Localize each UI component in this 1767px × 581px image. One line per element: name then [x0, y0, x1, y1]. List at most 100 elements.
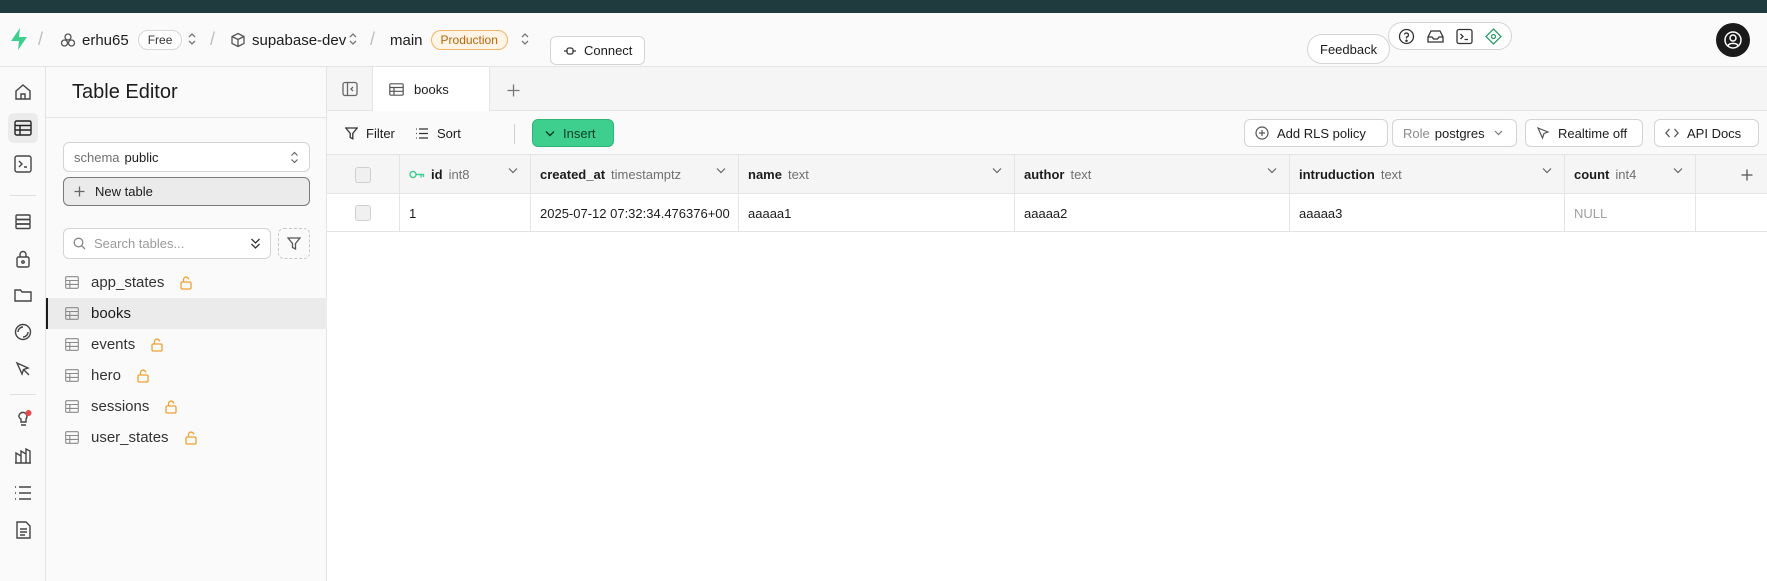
logs-icon[interactable] — [8, 478, 38, 508]
chevron-down-icon[interactable] — [1267, 167, 1277, 174]
cell-author[interactable]: aaaaa2 — [1015, 194, 1290, 232]
api-docs-icon[interactable] — [8, 515, 38, 545]
collapse-chevrons-icon[interactable] — [250, 237, 261, 250]
user-avatar[interactable] — [1716, 23, 1750, 57]
org-selector[interactable]: erhu65 Free — [60, 27, 183, 53]
table-icon — [65, 307, 79, 320]
cell-intruduction[interactable]: aaaaa3 — [1290, 194, 1565, 232]
table-icon — [389, 83, 404, 96]
schema-chevron-icon — [290, 151, 299, 164]
branch-name: main — [390, 31, 423, 49]
realtime-icon[interactable] — [8, 354, 38, 384]
feedback-button[interactable]: Feedback — [1307, 34, 1391, 64]
table-name: hero — [91, 367, 122, 384]
chevron-down-icon[interactable] — [992, 167, 1002, 174]
sidebar-table-item[interactable]: books — [46, 298, 327, 329]
column-header-author[interactable]: author text — [1015, 155, 1290, 194]
table-icon — [65, 369, 79, 382]
sort-button[interactable]: Sort — [407, 119, 469, 147]
add-rls-policy-button[interactable]: Add RLS policy — [1244, 119, 1388, 147]
chevron-down-icon[interactable] — [1542, 167, 1552, 174]
connect-button[interactable]: Connect — [550, 36, 646, 65]
connect-label: Connect — [584, 43, 633, 58]
column-name: intruduction — [1299, 167, 1375, 182]
sidebar-table-item[interactable]: sessions — [46, 391, 327, 422]
new-table-button[interactable]: New table — [63, 177, 310, 206]
supabase-logo-icon[interactable] — [9, 27, 29, 51]
column-header-name[interactable]: name text — [739, 155, 1015, 194]
advisors-icon[interactable] — [8, 404, 38, 434]
insert-button[interactable]: Insert — [532, 119, 614, 147]
column-type: text — [787, 167, 809, 182]
column-header-id[interactable]: id int8 — [400, 155, 531, 194]
help-icon[interactable] — [1394, 23, 1419, 50]
column-header-created-at[interactable]: created_at timestamptz — [531, 155, 739, 194]
api-docs-button[interactable]: API Docs — [1654, 119, 1759, 147]
unlocked-rls-icon[interactable] — [184, 430, 197, 445]
org-name: erhu65 — [82, 31, 129, 49]
column-type: timestamptz — [611, 167, 682, 182]
branch-selector[interactable]: main Production — [390, 27, 508, 53]
sql-editor-icon[interactable] — [8, 149, 38, 179]
unlocked-rls-icon[interactable] — [151, 337, 163, 352]
cell-created-at[interactable]: 2025-07-12 07:32:34.476376+00 — [531, 194, 739, 232]
sidebar-title: Table Editor — [72, 81, 178, 103]
search-placeholder: Search tables... — [94, 236, 185, 251]
toolbar-divider — [514, 124, 515, 144]
auth-icon[interactable] — [8, 244, 38, 274]
unlocked-rls-icon[interactable] — [180, 275, 193, 290]
select-all-checkbox[interactable] — [327, 155, 400, 194]
realtime-toggle-button[interactable]: Realtime off — [1525, 119, 1643, 147]
row-empty-cell — [1696, 194, 1767, 232]
filter-button[interactable]: Filter — [337, 119, 403, 147]
edge-functions-icon[interactable] — [8, 317, 38, 347]
row-select-cell[interactable] — [327, 194, 400, 232]
column-type: text — [1380, 167, 1402, 182]
search-tables-input[interactable]: Search tables... — [63, 228, 271, 259]
table-row[interactable]: 1 2025-07-12 07:32:34.476376+00 aaaaa1 a… — [327, 194, 1767, 232]
assistant-icon[interactable] — [1481, 23, 1506, 50]
storage-icon[interactable] — [8, 280, 38, 310]
home-icon[interactable] — [8, 77, 38, 107]
checkbox[interactable] — [355, 166, 371, 183]
unlocked-rls-icon[interactable] — [165, 399, 178, 414]
chevron-down-icon[interactable] — [1673, 167, 1683, 174]
sidebar-table-item[interactable]: app_states — [46, 267, 327, 298]
filter-tables-button[interactable] — [278, 228, 310, 259]
add-tab-button[interactable] — [501, 78, 525, 102]
sidebar-toggle-button[interactable] — [327, 67, 373, 111]
schema-selector[interactable]: schema public — [63, 142, 310, 172]
database-icon[interactable] — [8, 207, 38, 237]
column-header-intruduction[interactable]: intruduction text — [1290, 155, 1565, 194]
cell-count[interactable]: NULL — [1565, 194, 1696, 232]
chevron-down-icon[interactable] — [508, 167, 518, 174]
role-selector[interactable]: Role postgres — [1392, 119, 1517, 147]
chevron-down-icon[interactable] — [716, 167, 726, 174]
branch-switch-icon[interactable] — [520, 32, 530, 46]
column-header-count[interactable]: count int4 — [1565, 155, 1696, 194]
org-switch-icon[interactable] — [187, 32, 197, 46]
icon-rail — [0, 67, 46, 581]
sidebar-table-item[interactable]: events — [46, 329, 327, 360]
project-switch-icon[interactable] — [348, 32, 358, 46]
table-editor-icon[interactable] — [8, 113, 38, 143]
tab-books[interactable]: books — [373, 67, 490, 112]
cell-name[interactable]: aaaaa1 — [739, 194, 1015, 232]
inbox-icon[interactable] — [1423, 23, 1448, 50]
tab-label: books — [414, 82, 449, 97]
grid-toolbar: Filter Sort Insert Add RLS policy Role p… — [327, 111, 1767, 155]
main-panel: books Filter Sort Insert Add RLS policy … — [327, 67, 1767, 581]
schema-label: schema — [74, 149, 120, 165]
sidebar-table-item[interactable]: hero — [46, 360, 327, 391]
unlocked-rls-icon[interactable] — [137, 368, 149, 383]
cell-id[interactable]: 1 — [400, 194, 531, 232]
terminal-icon[interactable] — [1452, 23, 1477, 50]
checkbox[interactable] — [355, 205, 371, 221]
insert-label: Insert — [563, 125, 596, 141]
add-column-button[interactable] — [1696, 155, 1767, 194]
api-docs-label: API Docs — [1687, 125, 1742, 141]
reports-icon[interactable] — [8, 441, 38, 471]
sidebar-table-item[interactable]: user_states — [46, 422, 327, 453]
project-selector[interactable]: supabase-dev — [230, 27, 346, 53]
add-circle-icon — [1255, 126, 1269, 140]
